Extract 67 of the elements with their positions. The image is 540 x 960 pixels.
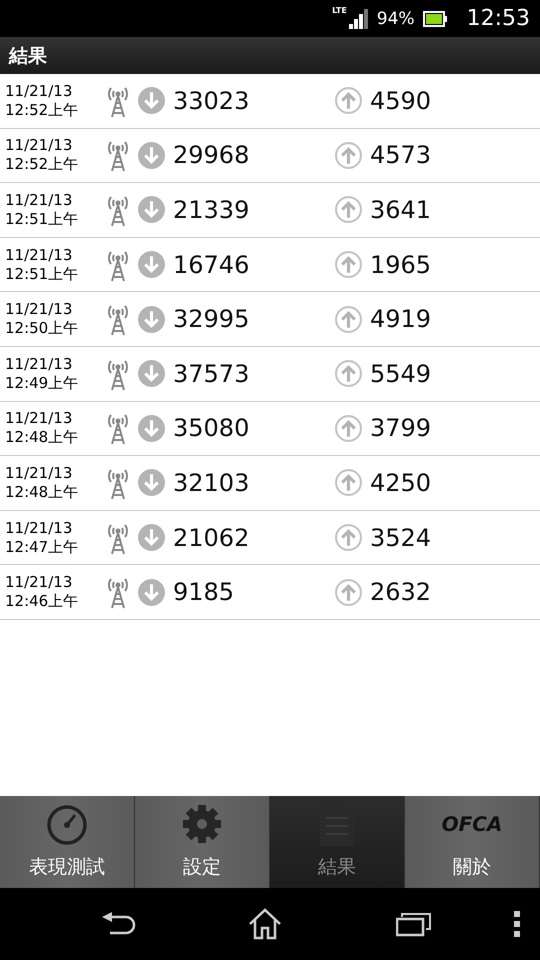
back-button[interactable] xyxy=(100,911,136,937)
result-time: 12:46上午 xyxy=(5,592,80,612)
result-time: 12:52上午 xyxy=(5,155,80,174)
settings-icon xyxy=(182,804,222,844)
result-row[interactable]: 11/21/13 12:48上午 32103 4250 xyxy=(0,456,540,511)
download-speed: 35080 xyxy=(173,414,250,442)
result-time: 12:49上午 xyxy=(5,374,80,393)
download-speed: 16746 xyxy=(173,250,250,279)
result-time: 12:52上午 xyxy=(5,100,80,120)
upload-speed: 5549 xyxy=(370,360,432,388)
upload-speed: 4919 xyxy=(370,305,432,334)
tab[interactable]: 表現測試 xyxy=(0,796,135,888)
result-date: 11/21/13 xyxy=(5,573,74,592)
network-type: LTE xyxy=(332,6,347,15)
gauge-icon xyxy=(46,804,88,846)
result-date: 11/21/13 xyxy=(5,464,74,483)
result-row[interactable]: 11/21/13 12:51上午 21339 3641 xyxy=(0,183,540,238)
download-speed: 21062 xyxy=(173,524,250,552)
tab[interactable]: 設定 xyxy=(135,796,270,888)
download-speed: 32995 xyxy=(173,305,250,334)
download-speed: 32103 xyxy=(173,468,250,497)
signal-icon xyxy=(348,8,369,28)
upload-speed: 2632 xyxy=(370,578,432,606)
download-speed: 21339 xyxy=(173,196,250,224)
logo: OFCA xyxy=(442,812,502,836)
result-date: 11/21/13 xyxy=(5,354,74,374)
upload-speed: 4573 xyxy=(370,141,432,170)
result-time: 12:51上午 xyxy=(5,210,80,229)
battery-percentage: 94% xyxy=(376,8,415,28)
upload-speed: 4590 xyxy=(370,86,432,115)
result-time: 12:48上午 xyxy=(5,482,80,502)
battery-icon xyxy=(422,10,447,26)
result-row[interactable]: 11/21/13 12:50上午 32995 4919 xyxy=(0,292,540,347)
upload-speed: 3799 xyxy=(370,414,432,442)
result-date: 11/21/13 xyxy=(5,518,74,538)
result-time: 12:51上午 xyxy=(5,264,80,284)
result-date: 11/21/13 xyxy=(5,300,74,320)
menu-button[interactable] xyxy=(514,911,520,937)
screen-title: 結果 xyxy=(9,44,47,68)
result-row[interactable]: 11/21/13 12:46上午 9185 2632 xyxy=(0,565,540,620)
result-time: 12:50上午 xyxy=(5,319,80,338)
result-row[interactable]: 11/21/13 12:52上午 29968 4573 xyxy=(0,128,540,184)
result-row[interactable]: 11/21/13 12:47上午 21062 3524 xyxy=(0,510,540,566)
result-date: 11/21/13 xyxy=(5,246,74,265)
result-time: 12:47上午 xyxy=(5,538,80,557)
result-time: 12:48上午 xyxy=(5,428,80,448)
download-speed: 29968 xyxy=(173,141,250,170)
result-date: 11/21/13 xyxy=(5,82,74,101)
tab[interactable]: OFCA 關於 xyxy=(405,796,540,888)
clock: 12:53 xyxy=(466,6,530,31)
download-speed: 9185 xyxy=(173,578,234,606)
tab[interactable]: 結果 xyxy=(270,796,405,888)
upload-speed: 3524 xyxy=(370,524,432,552)
download-speed: 33023 xyxy=(173,86,250,115)
result-date: 11/21/13 xyxy=(5,190,74,210)
upload-speed: 1965 xyxy=(370,250,432,279)
result-row[interactable]: 11/21/13 12:48上午 35080 3799 xyxy=(0,402,540,456)
result-date: 11/21/13 xyxy=(5,409,74,428)
upload-speed: 4250 xyxy=(370,468,432,497)
result-row[interactable]: 11/21/13 12:49上午 37573 5549 xyxy=(0,346,540,402)
recent-apps-button[interactable] xyxy=(396,911,432,937)
download-speed: 37573 xyxy=(173,360,250,388)
result-row[interactable]: 11/21/13 12:52上午 33023 4590 xyxy=(0,74,540,129)
result-date: 11/21/13 xyxy=(5,136,74,156)
home-button[interactable] xyxy=(248,908,282,940)
result-row[interactable]: 11/21/13 12:51上午 16746 1965 xyxy=(0,238,540,292)
upload-speed: 3641 xyxy=(370,196,432,224)
